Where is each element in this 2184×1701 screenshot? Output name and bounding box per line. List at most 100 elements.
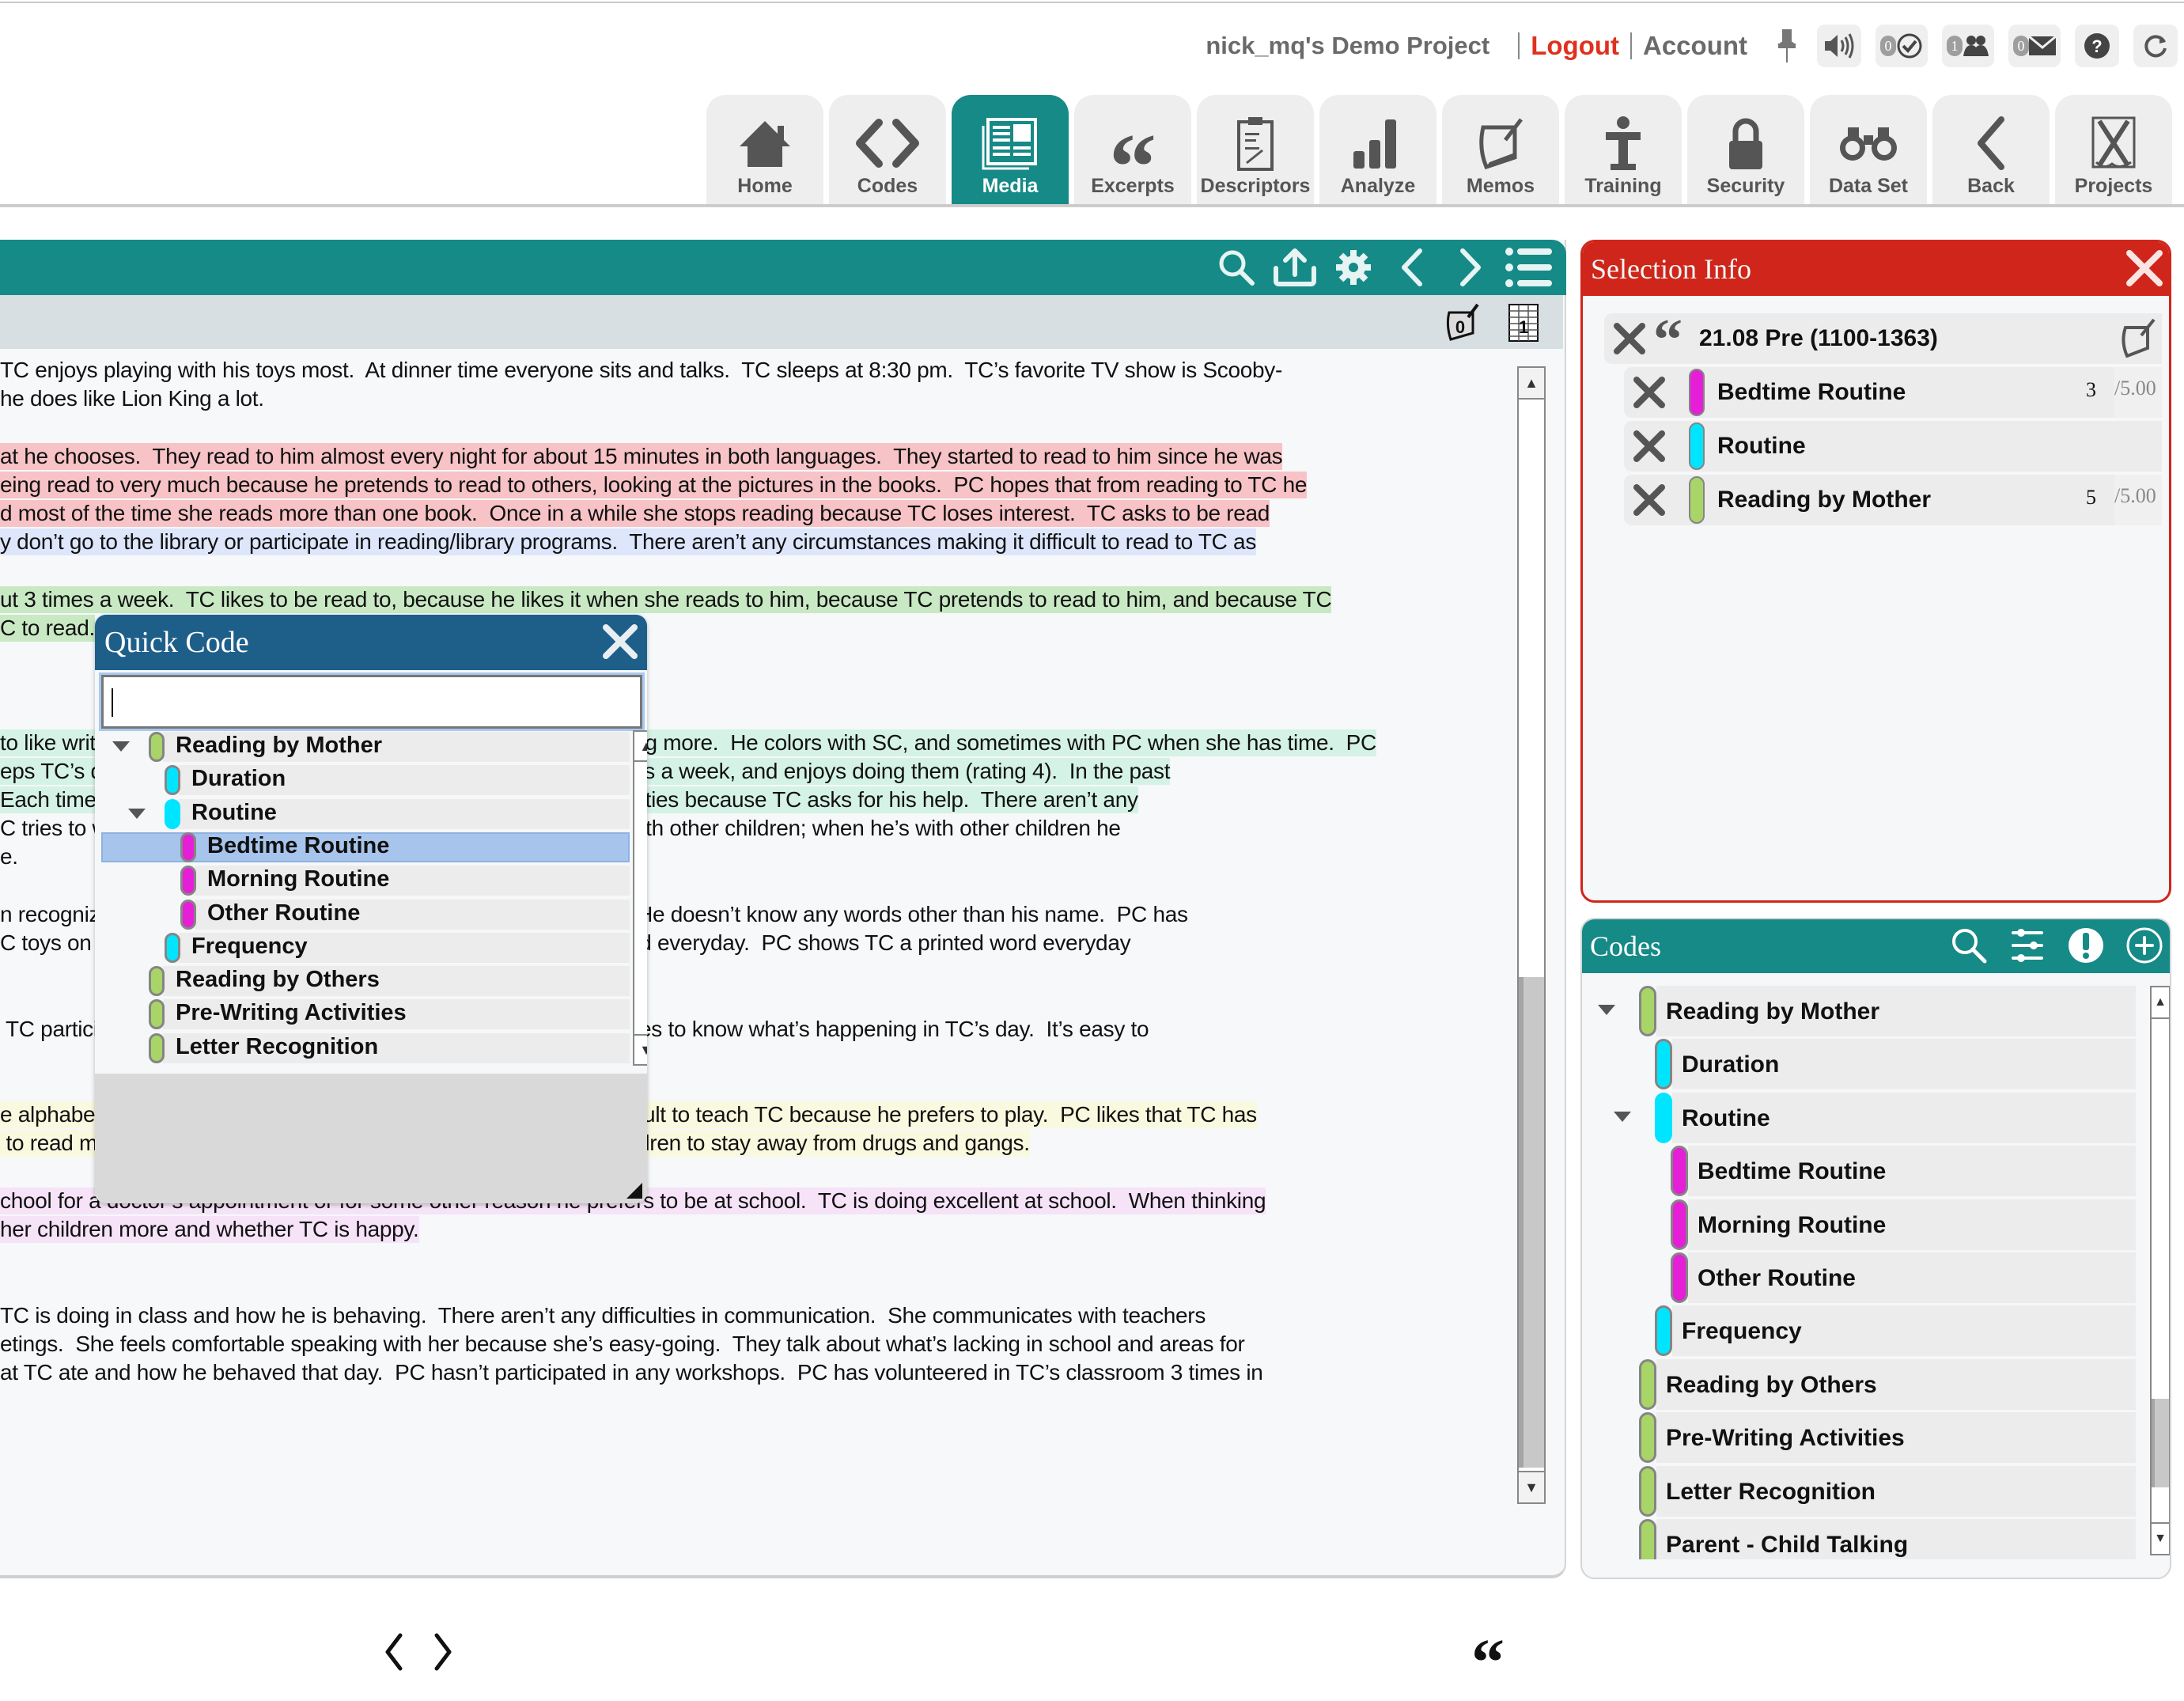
resize-grip[interactable] bbox=[626, 1183, 642, 1199]
users-button[interactable]: 1 bbox=[1942, 25, 1994, 67]
tab-security[interactable]: Security bbox=[1687, 95, 1804, 204]
tab-excerpts[interactable]: “ Excerpts bbox=[1074, 95, 1191, 214]
memo-icon[interactable] bbox=[2121, 318, 2157, 358]
code-tree-item[interactable]: Parent - Child Talking bbox=[1582, 1519, 2136, 1559]
memo-count-button[interactable]: 0 bbox=[1444, 303, 1484, 343]
code-label: Morning Routine bbox=[207, 866, 390, 892]
next-page-icon[interactable] bbox=[432, 1632, 456, 1672]
quick-code-item[interactable]: Pre-Writing Activities bbox=[101, 998, 630, 1030]
add-code-button[interactable] bbox=[2124, 924, 2165, 967]
applied-code-row[interactable]: Bedtime Routine 3/5.00 bbox=[1624, 367, 2162, 418]
search-button[interactable] bbox=[1207, 244, 1266, 290]
prev-page-icon[interactable] bbox=[381, 1632, 405, 1672]
tab-media[interactable]: Media bbox=[952, 95, 1069, 204]
refresh-button[interactable] bbox=[2133, 25, 2178, 67]
quick-code-scrollbar[interactable]: ▲ ▼ bbox=[633, 730, 647, 1066]
document-scrollbar[interactable]: ▲ ▼ bbox=[1517, 366, 1546, 1504]
previous-button[interactable] bbox=[1383, 244, 1441, 290]
weight-value: 3 bbox=[2086, 378, 2096, 401]
code-tree-item[interactable]: Duration bbox=[1582, 1039, 2136, 1090]
tab-data-set[interactable]: Data Set bbox=[1810, 95, 1927, 204]
list-button[interactable] bbox=[1500, 244, 1558, 290]
code-tree-item[interactable]: Routine bbox=[1582, 1092, 2136, 1143]
remove-excerpt-icon[interactable] bbox=[1611, 320, 1648, 358]
settings-button[interactable] bbox=[1324, 244, 1383, 290]
codes-search-button[interactable] bbox=[1948, 924, 1989, 967]
code-tree-item[interactable]: Pre-Writing Activities bbox=[1582, 1412, 2136, 1464]
code-tree-item[interactable]: Morning Routine bbox=[1582, 1199, 2136, 1250]
memo-icon: 0 bbox=[1446, 303, 1479, 341]
quick-code-item[interactable]: Morning Routine bbox=[101, 864, 630, 896]
quick-code-dialog: Quick Code Reading by Mother Duration Rout… bbox=[95, 615, 647, 1203]
quote-icon: “ bbox=[1653, 308, 1682, 373]
codes-filter-button[interactable] bbox=[2007, 924, 2048, 967]
quick-code-item[interactable]: Duration bbox=[101, 763, 630, 796]
scroll-down-button[interactable]: ▼ bbox=[1519, 1471, 1544, 1502]
quick-code-header[interactable]: Quick Code bbox=[95, 615, 647, 670]
scroll-up-button[interactable]: ▲ bbox=[1519, 368, 1544, 400]
scroll-down-button[interactable]: ▼ bbox=[634, 1034, 647, 1064]
code-tree-item[interactable]: Letter Recognition bbox=[1582, 1465, 2136, 1517]
expand-toggle-icon[interactable] bbox=[128, 808, 146, 819]
excerpt-row[interactable]: “ 21.08 Pre (1100-1363) bbox=[1604, 308, 2162, 373]
pin-icon bbox=[1777, 29, 1796, 63]
next-button[interactable] bbox=[1441, 244, 1500, 290]
quick-code-item[interactable]: Reading by Others bbox=[101, 964, 630, 997]
tab-analyze[interactable]: Analyze bbox=[1319, 95, 1436, 204]
tab-codes[interactable]: Codes bbox=[829, 95, 946, 204]
tab-home[interactable]: Home bbox=[706, 95, 823, 204]
quick-code-item[interactable]: Other Routine bbox=[101, 898, 630, 930]
upload-button[interactable] bbox=[1266, 244, 1324, 290]
account-link[interactable]: Account bbox=[1643, 31, 1747, 61]
expand-toggle-icon[interactable] bbox=[112, 741, 130, 752]
tab-memos[interactable]: Memos bbox=[1442, 95, 1559, 204]
weight-field[interactable]: 5/5.00 bbox=[2067, 475, 2162, 525]
code-label: Duration bbox=[191, 766, 286, 792]
remove-code-icon[interactable] bbox=[1630, 427, 1668, 465]
scroll-up-button[interactable]: ▲ bbox=[2152, 987, 2169, 1019]
scroll-down-button[interactable]: ▼ bbox=[2152, 1522, 2169, 1554]
logout-link[interactable]: Logout bbox=[1531, 31, 1619, 61]
expand-toggle-icon[interactable] bbox=[1598, 1005, 1615, 1015]
tab-training[interactable]: Training bbox=[1565, 95, 1682, 204]
remove-code-icon[interactable] bbox=[1630, 373, 1668, 411]
quick-code-item[interactable]: Routine bbox=[101, 797, 630, 829]
selection-info-close-button[interactable] bbox=[2123, 247, 2166, 290]
codes-scrollbar[interactable]: ▲ ▼ bbox=[2150, 986, 2170, 1555]
tasks-button[interactable]: 0 bbox=[1876, 25, 1928, 67]
sound-button[interactable] bbox=[1817, 25, 1861, 67]
quick-code-search-input[interactable] bbox=[101, 675, 642, 729]
code-tree-item[interactable]: Reading by Mother bbox=[1582, 986, 2136, 1036]
scroll-up-button[interactable]: ▲ bbox=[634, 732, 647, 762]
messages-button[interactable]: 0 bbox=[2008, 25, 2061, 67]
quick-code-item[interactable]: Parent - Child Talking bbox=[101, 1065, 630, 1066]
tab-descriptors[interactable]: Descriptors bbox=[1197, 95, 1314, 204]
codes-alert-button[interactable] bbox=[2065, 924, 2106, 967]
quick-code-item[interactable]: Frequency bbox=[101, 931, 630, 963]
quote-icon: “ bbox=[1109, 114, 1156, 219]
weight-field[interactable]: 3/5.00 bbox=[2067, 367, 2162, 418]
home-icon bbox=[740, 121, 790, 167]
code-tree-item[interactable]: Reading by Others bbox=[1582, 1358, 2136, 1410]
help-button[interactable]: ? bbox=[2075, 25, 2119, 67]
applied-code-row[interactable]: Reading by Mother 5/5.00 bbox=[1624, 475, 2162, 525]
applied-code-row[interactable]: Routine bbox=[1624, 421, 2162, 472]
tab-back[interactable]: Back bbox=[1932, 95, 2050, 204]
scroll-thumb[interactable] bbox=[2152, 1399, 2169, 1487]
quick-code-close-button[interactable] bbox=[598, 619, 642, 664]
pin-button[interactable] bbox=[1771, 25, 1803, 67]
document-line: TC is doing in class and how he is behav… bbox=[0, 1302, 1206, 1328]
tab-projects[interactable]: Projects bbox=[2055, 95, 2172, 204]
remove-code-icon[interactable] bbox=[1630, 481, 1668, 519]
create-excerpt-button[interactable]: “ bbox=[1471, 1624, 1505, 1701]
expand-toggle-icon[interactable] bbox=[1614, 1111, 1631, 1122]
scroll-thumb[interactable] bbox=[1519, 977, 1544, 1468]
code-tree-item[interactable]: Other Routine bbox=[1582, 1252, 2136, 1303]
tab-label: Analyze bbox=[1340, 175, 1416, 197]
quick-code-item[interactable]: Reading by Mother bbox=[101, 730, 630, 762]
descriptor-count-button[interactable]: 1 bbox=[1508, 303, 1547, 343]
quick-code-item[interactable]: Letter Recognition bbox=[101, 1032, 630, 1063]
code-tree-item[interactable]: Frequency bbox=[1582, 1305, 2136, 1357]
quick-code-item[interactable]: Bedtime Routine bbox=[101, 831, 630, 862]
code-tree-item[interactable]: Bedtime Routine bbox=[1582, 1146, 2136, 1197]
